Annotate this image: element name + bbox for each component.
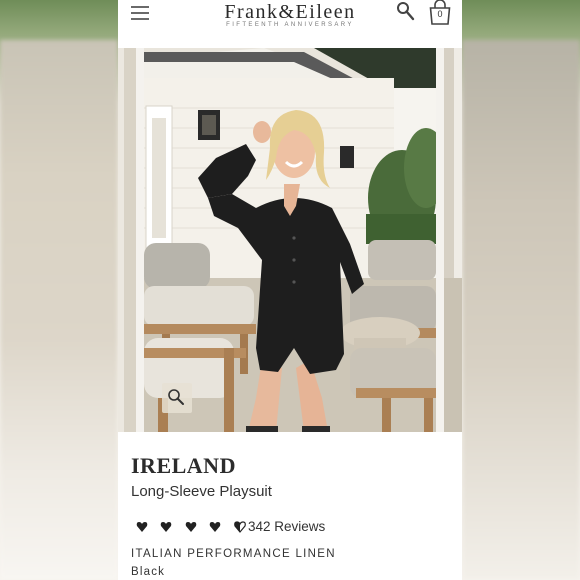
product-material: ITALIAN PERFORMANCE LINEN <box>131 548 336 560</box>
product-subtitle: Long-Sleeve Playsuit <box>131 483 272 500</box>
heart-half-icon <box>233 521 246 533</box>
heart-icon <box>136 522 148 532</box>
product-page: Frank&Eileen FIFTEENTH ANNIVERSARY 0 IRE… <box>118 0 462 580</box>
heart-icon <box>161 522 172 532</box>
product-info: IRELAND Long-Sleeve Playsuit 342 Reviews… <box>131 452 451 578</box>
rating-row[interactable]: 342 Reviews <box>131 517 451 535</box>
product-photo[interactable] <box>144 48 436 432</box>
reviews-link[interactable]: 342 Reviews <box>248 519 325 534</box>
cart-count-badge: 0 <box>437 9 443 19</box>
product-color: Black <box>131 566 166 578</box>
search-icon[interactable] <box>396 1 416 23</box>
next-image-peek[interactable] <box>444 48 462 432</box>
zoom-magnifier-icon[interactable] <box>162 383 192 413</box>
background-blur-right <box>462 40 580 580</box>
top-nav-bar: Frank&Eileen FIFTEENTH ANNIVERSARY 0 <box>118 0 462 42</box>
background-blur-left <box>0 40 118 580</box>
rating-hearts <box>136 520 254 538</box>
previous-image-peek[interactable] <box>118 48 136 432</box>
product-image-carousel[interactable] <box>118 48 462 432</box>
shopping-bag-icon[interactable]: 0 <box>428 0 452 26</box>
heart-icon <box>210 522 221 532</box>
product-name: IRELAND <box>131 453 236 478</box>
heart-icon <box>185 522 197 532</box>
